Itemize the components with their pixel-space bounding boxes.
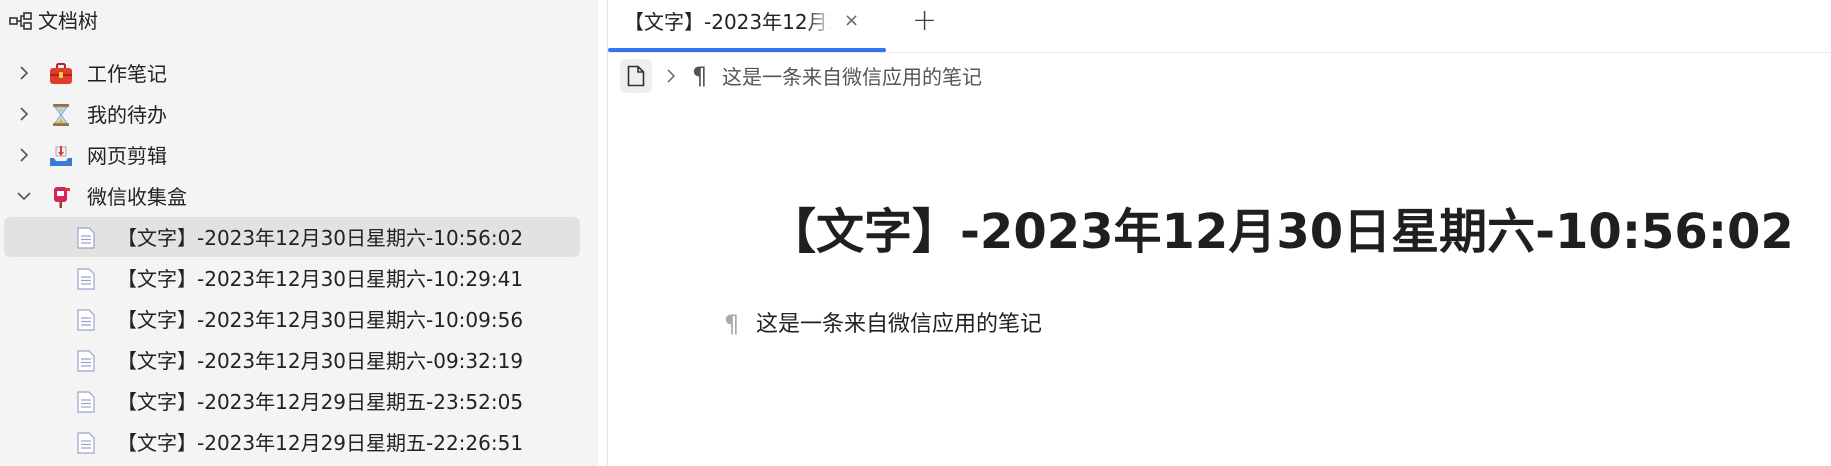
doc-item[interactable]: 【文字】-2023年12月29日星期五-23:52:05 (4, 381, 580, 421)
doc-tree-panel: 文档树 工作笔记 我的待办 网页剪辑 微信收集盒 【文字】-2023年12月30… (0, 0, 598, 466)
doc-tree-icon (9, 12, 32, 30)
document-icon (77, 432, 95, 454)
doc-tree-header: 文档树 (0, 0, 598, 44)
active-tab-indicator (608, 48, 886, 52)
doc-item[interactable]: 【文字】-2023年12月30日星期六-10:09:56 (4, 299, 580, 339)
doc-item[interactable]: 【文字】-2023年12月30日星期六-09:32:19 (4, 340, 580, 380)
app-window: 文档树 工作笔记 我的待办 网页剪辑 微信收集盒 【文字】-2023年12月30… (0, 0, 1831, 466)
document-icon (77, 350, 95, 372)
notebook-item-wechat-inbox[interactable]: 微信收集盒 (4, 176, 580, 216)
mailbox-icon (54, 187, 70, 208)
document-icon (77, 268, 95, 290)
doc-label: 【文字】-2023年12月30日星期六-10:56:02 (117, 226, 524, 250)
chevron-right-icon[interactable] (16, 65, 32, 81)
notebook-label: 网页剪辑 (87, 144, 167, 168)
doc-label: 【文字】-2023年12月30日星期六-10:09:56 (117, 308, 524, 332)
notebook-label: 工作笔记 (87, 62, 167, 86)
paragraph-text[interactable]: 这是一条来自微信应用的笔记 (756, 312, 1042, 338)
chevron-right-icon (667, 69, 676, 83)
document-icon (77, 391, 95, 413)
close-icon[interactable]: × (844, 10, 859, 32)
paragraph-icon[interactable]: ¶ (724, 310, 739, 338)
chevron-down-icon[interactable] (16, 188, 32, 204)
doc-label: 【文字】-2023年12月30日星期六-10:29:41 (117, 267, 524, 291)
toolbox-icon (50, 63, 72, 84)
inbox-tray-icon (50, 146, 72, 166)
document-title[interactable]: 【文字】-2023年12月30日星期六-10:56:02 (768, 202, 1794, 262)
hourglass-icon (53, 104, 69, 126)
new-tab-button[interactable]: + (912, 6, 937, 36)
editor-pane: 【文字】-2023年12月30日星期六-10:56:02 × + ¶ 这是一条来… (608, 0, 1831, 466)
tab-bar: 【文字】-2023年12月30日星期六-10:56:02 × + (608, 0, 1831, 53)
doc-item[interactable]: 【文字】-2023年12月30日星期六-10:29:41 (4, 258, 580, 298)
breadcrumb-item[interactable]: 这是一条来自微信应用的笔记 (722, 65, 982, 89)
doc-tree-title: 文档树 (38, 9, 98, 33)
doc-label: 【文字】-2023年12月30日星期六-09:32:19 (117, 349, 524, 373)
notebook-label: 我的待办 (87, 103, 167, 127)
notebook-label: 微信收集盒 (87, 185, 187, 209)
doc-item[interactable]: 【文字】-2023年12月30日星期六-10:56:02 (4, 217, 580, 257)
notebook-item-work-notes[interactable]: 工作笔记 (4, 53, 580, 93)
tab-title: 【文字】-2023年12月30日星期六-10:56:02 (624, 10, 832, 34)
doc-item[interactable]: 【文字】-2023年12月29日星期五-22:26:51 (4, 422, 580, 462)
document-icon (77, 309, 95, 331)
notebook-item-my-todo[interactable]: 我的待办 (4, 94, 580, 134)
document-outline-icon (627, 65, 645, 87)
doc-label: 【文字】-2023年12月29日星期五-22:26:51 (117, 431, 524, 455)
chevron-right-icon[interactable] (16, 147, 32, 163)
document-icon (77, 227, 95, 249)
doc-label: 【文字】-2023年12月29日星期五-23:52:05 (117, 390, 524, 414)
paragraph-icon: ¶ (692, 62, 708, 90)
breadcrumb-document-button[interactable] (620, 59, 652, 93)
chevron-right-icon[interactable] (16, 106, 32, 122)
notebook-item-web-clips[interactable]: 网页剪辑 (4, 135, 580, 175)
tab-active-document[interactable]: 【文字】-2023年12月30日星期六-10:56:02 × (608, 0, 886, 52)
